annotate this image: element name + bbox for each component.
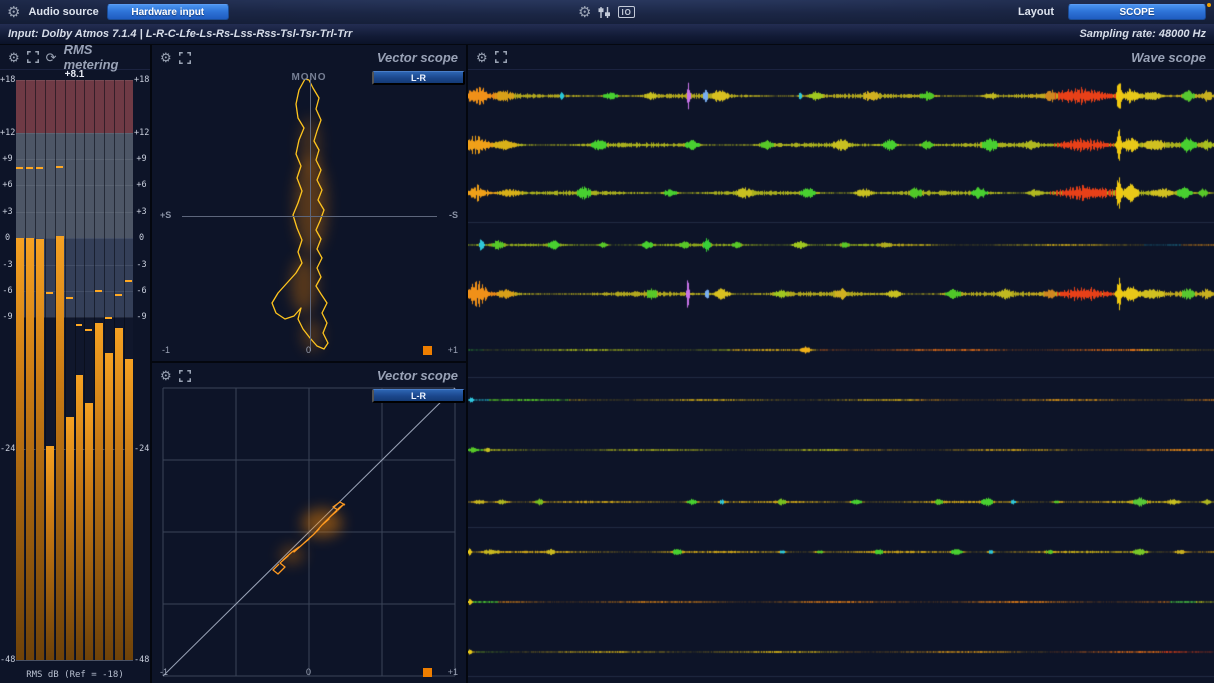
rms-panel-header: ⚙ ⟳ RMS metering xyxy=(0,45,150,70)
vector2-fullscreen-icon[interactable] xyxy=(179,370,191,382)
rms-bar-C xyxy=(35,80,44,660)
app-window: ⚙ Audio source Hardware input ⚙ IO Layou… xyxy=(0,0,1214,683)
rms-scale-tick: -24 xyxy=(134,444,149,454)
vector2-settings-gear-icon[interactable]: ⚙ xyxy=(160,369,172,382)
rms-bar-Lfe xyxy=(45,80,54,660)
rms-bar-Lss xyxy=(75,80,84,660)
rms-scale-tick: -3 xyxy=(0,260,15,270)
hardware-input-button[interactable]: Hardware input xyxy=(107,4,229,20)
io-routing-icon[interactable]: IO xyxy=(618,6,634,18)
vector1-panel-title: Vector scope xyxy=(377,50,458,65)
minus-s-label: -S xyxy=(449,210,458,220)
rms-scale-tick: -3 xyxy=(134,260,149,270)
vector2-level-indicator xyxy=(423,668,432,677)
rms-bar-Trr xyxy=(124,80,133,660)
rms-scale-tick: +18 xyxy=(0,75,15,85)
rms-scale-tick: +12 xyxy=(134,128,149,138)
vector-scope-1-panel: MONO +S -S -1 0 +1 L-R ⚙ Vector scope xyxy=(152,45,466,361)
vector2-panel-title: Vector scope xyxy=(377,368,458,383)
vector1-fullscreen-icon[interactable] xyxy=(179,52,191,64)
vector2-xlabel-min: -1 xyxy=(160,667,168,677)
vector-scope-2-panel: -1 0 +1 L-R ⚙ Vector scope xyxy=(152,363,466,683)
vector1-settings-gear-icon[interactable]: ⚙ xyxy=(160,51,172,64)
wave-panel-header: ⚙ Wave scope xyxy=(468,45,1214,70)
rms-panel-title: RMS metering xyxy=(64,42,142,72)
rms-bars xyxy=(16,80,133,660)
rms-scale-tick: +9 xyxy=(134,154,149,164)
rms-scale-tick: -24 xyxy=(0,444,15,454)
rms-scale-tick: 0 xyxy=(134,233,149,243)
rms-reset-icon[interactable]: ⟳ xyxy=(46,51,57,64)
rms-scale-right: +18+12+9+6+30-3-6-9-24-48 xyxy=(134,80,149,660)
audio-source-label: Audio source xyxy=(28,6,98,18)
vector1-xlabel-zero: 0 xyxy=(306,345,311,355)
plus-s-label: +S xyxy=(160,210,171,220)
rms-scale-tick: +12 xyxy=(0,128,15,138)
rms-bar-Tsl xyxy=(94,80,103,660)
wave-scope-panel: ⚙ Wave scope xyxy=(468,45,1214,683)
layout-label: Layout xyxy=(1018,6,1054,18)
rms-metering-panel: ⚙ ⟳ RMS metering +8.1 +18 +12 +9 +6 +3 0 -3 -6 -… xyxy=(0,45,150,683)
vector1-panel-header: ⚙ Vector scope xyxy=(152,45,466,70)
vector1-xlabel-max: +1 xyxy=(448,345,458,355)
vector2-xlabel-max: +1 xyxy=(448,667,458,677)
vector2-panel-header: ⚙ Vector scope xyxy=(152,363,466,388)
rms-bar-Ls xyxy=(55,80,64,660)
rms-bar-Rs xyxy=(65,80,74,660)
top-toolbar: ⚙ Audio source Hardware input ⚙ IO Layou… xyxy=(0,0,1214,24)
rms-axis-label: RMS dB (Ref = -18) xyxy=(0,670,150,680)
rms-scale-tick: +6 xyxy=(134,180,149,190)
rms-scale-tick: +18 xyxy=(134,75,149,85)
sampling-rate-text: Sampling rate: 48000 Hz xyxy=(1079,28,1206,40)
wave-fullscreen-icon[interactable] xyxy=(495,51,507,63)
rms-scale-tick: -6 xyxy=(134,286,149,296)
wave-settings-gear-icon[interactable]: ⚙ xyxy=(476,51,488,64)
scope-layout-button[interactable]: SCOPE xyxy=(1068,4,1206,20)
global-settings-gear-icon[interactable]: ⚙ xyxy=(578,5,591,20)
rms-scale-tick: -48 xyxy=(134,655,149,665)
rms-scale-tick: -9 xyxy=(134,312,149,322)
wave-panel-title: Wave scope xyxy=(1131,50,1206,65)
rms-scale-tick: -48 xyxy=(0,655,15,665)
rms-bar-Trl xyxy=(114,80,123,660)
rms-bar-R xyxy=(25,80,34,660)
vector1-mode-button[interactable]: L-R xyxy=(372,71,465,85)
vector2-xlabel-zero: 0 xyxy=(306,667,311,677)
status-dot xyxy=(1207,3,1211,7)
rms-bar-Rss xyxy=(84,80,93,660)
rms-bar-Tsr xyxy=(104,80,113,660)
rms-settings-gear-icon[interactable]: ⚙ xyxy=(8,51,20,64)
vector1-trace-group xyxy=(272,79,328,351)
vector2-mode-button[interactable]: L-R xyxy=(372,389,465,403)
mixer-sliders-icon[interactable] xyxy=(598,6,611,19)
vector1-display xyxy=(152,45,466,361)
vector2-display xyxy=(152,363,466,683)
rms-scale-tick: +6 xyxy=(0,180,15,190)
input-format-text: Input: Dolby Atmos 7.1.4 | L-R-C-Lfe-Ls-… xyxy=(8,28,352,40)
rms-scale-tick: -6 xyxy=(0,286,15,296)
rms-scale-tick: +9 xyxy=(0,154,15,164)
info-bar: Input: Dolby Atmos 7.1.4 | L-R-C-Lfe-Ls-… xyxy=(0,24,1214,45)
vector2-grid-group xyxy=(163,388,455,676)
wave-display xyxy=(468,70,1214,683)
vector2-trace-group xyxy=(273,502,345,574)
rms-scale-left: +18+12+9+6+30-3-6-9-24-48 xyxy=(0,80,15,660)
rms-bar-L xyxy=(16,80,24,660)
vector1-xlabel-min: -1 xyxy=(162,345,170,355)
settings-gear-icon[interactable]: ⚙ xyxy=(7,5,20,20)
rms-scale-tick: +3 xyxy=(134,207,149,217)
rms-scale-tick: -9 xyxy=(0,312,15,322)
rms-fullscreen-icon[interactable] xyxy=(27,51,39,63)
rms-max-value: +8.1 xyxy=(16,69,133,80)
vector1-vertical-axis xyxy=(310,75,311,351)
vector1-level-indicator xyxy=(423,346,432,355)
rms-scale-tick: +3 xyxy=(0,207,15,217)
rms-scale-tick: 0 xyxy=(0,233,15,243)
